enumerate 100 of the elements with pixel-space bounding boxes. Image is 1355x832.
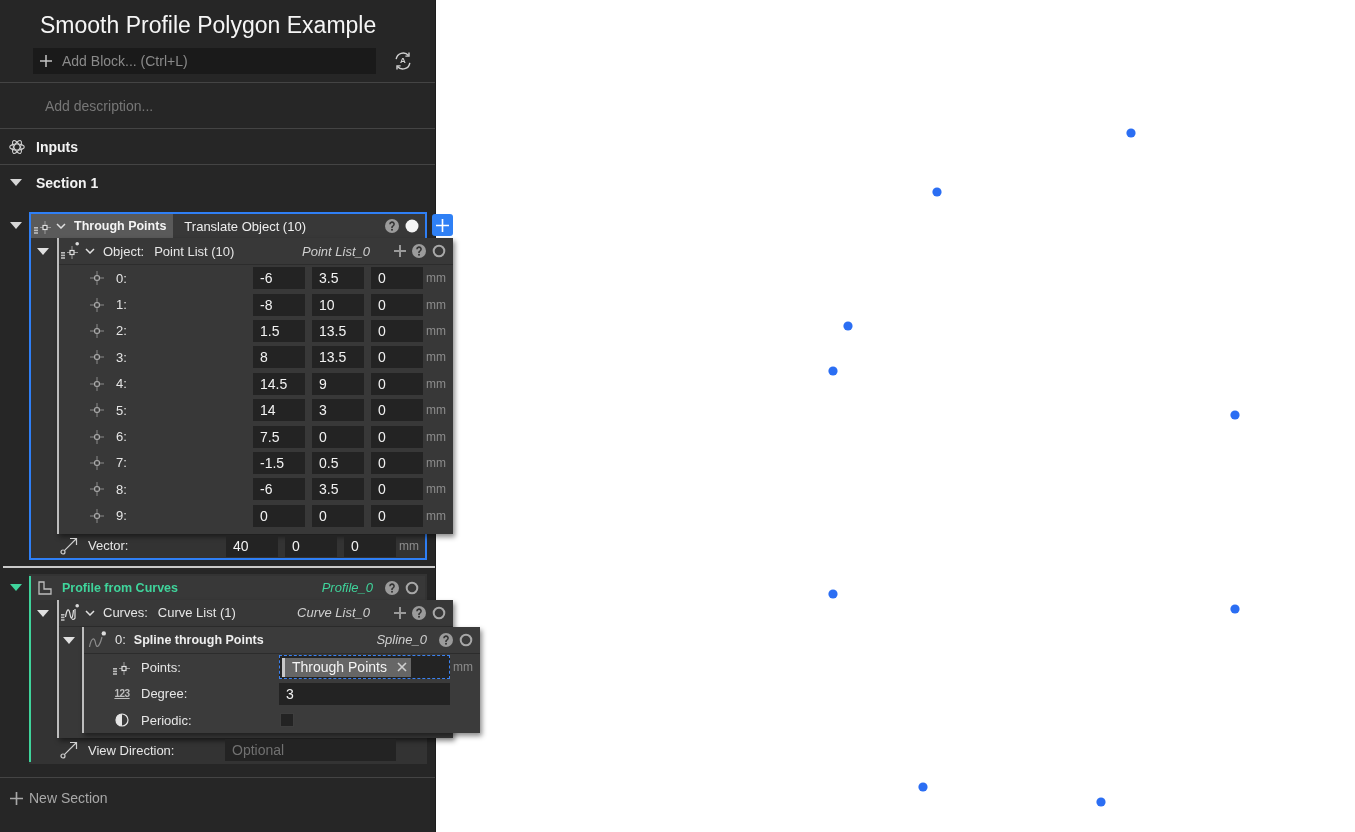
coordinate-field[interactable]: 13.5: [312, 319, 364, 342]
add-block-field[interactable]: Add Block... (Ctrl+L): [33, 48, 376, 74]
coordinate-field[interactable]: 7.5: [253, 425, 305, 448]
ring-icon[interactable]: [432, 244, 446, 258]
unit-label: mm: [426, 376, 447, 391]
ring-icon[interactable]: [459, 632, 473, 647]
point-index: 1:: [116, 297, 127, 313]
new-section-button[interactable]: New Section: [10, 790, 108, 807]
disclosure-triangle-icon[interactable]: [37, 248, 49, 255]
help-icon[interactable]: [412, 605, 426, 620]
point-index: 2:: [116, 323, 127, 339]
coordinate-field[interactable]: 0: [371, 504, 423, 527]
coordinate-field[interactable]: 0: [371, 372, 423, 395]
coordinate-field[interactable]: 40: [226, 534, 278, 557]
auto-regenerate-button[interactable]: A: [393, 51, 413, 71]
l-shape-icon: [38, 580, 52, 595]
plus-icon: [10, 791, 23, 805]
help-icon[interactable]: [439, 632, 453, 647]
disclosure-triangle-icon[interactable]: [10, 222, 22, 229]
coordinate-field[interactable]: 0: [371, 425, 423, 448]
point-marker: [828, 366, 838, 376]
ring-icon[interactable]: [432, 605, 446, 620]
description-field[interactable]: Add description...: [45, 97, 405, 114]
chevron-down-icon[interactable]: [85, 248, 95, 254]
crosshair-point-icon: [89, 507, 105, 524]
coordinate-field[interactable]: 0: [312, 425, 364, 448]
unit-label: mm: [426, 429, 447, 444]
unit-label: mm: [426, 350, 447, 365]
param-label: Vector:: [88, 538, 129, 554]
coordinate-field[interactable]: 9: [312, 372, 364, 395]
wave-list-icon: [61, 603, 79, 622]
coordinate-field[interactable]: 0: [371, 293, 423, 316]
coordinate-field[interactable]: 0: [312, 504, 364, 527]
disclosure-triangle-icon[interactable]: [10, 179, 22, 186]
crosshair-point-icon: [89, 402, 105, 419]
output-name: Point List_0: [302, 243, 370, 259]
coordinate-field[interactable]: 14.5: [253, 372, 305, 395]
coordinate-field[interactable]: -6: [253, 478, 305, 501]
point-index: 8:: [116, 481, 127, 497]
disclosure-triangle-icon[interactable]: [63, 636, 75, 644]
coordinate-field[interactable]: 0: [344, 534, 396, 557]
reference-field[interactable]: Through Points: [279, 655, 450, 680]
coordinate-field[interactable]: 0.5: [312, 451, 364, 474]
disclosure-triangle-icon[interactable]: [37, 609, 49, 617]
param-label: Periodic:: [141, 712, 192, 728]
param-label: Curves:: [103, 605, 148, 621]
reference-chip[interactable]: Through Points: [282, 657, 411, 677]
unit-label: mm: [426, 297, 447, 312]
coordinate-field[interactable]: 3.5: [312, 478, 364, 501]
coordinate-field[interactable]: 3.5: [312, 267, 364, 290]
coordinate-field[interactable]: 13.5: [312, 346, 364, 369]
add-button[interactable]: [432, 214, 453, 236]
crosshair-point-icon: [89, 454, 105, 471]
coordinate-field[interactable]: 0: [371, 478, 423, 501]
disclosure-triangle-icon[interactable]: [10, 583, 22, 591]
coordinate-field[interactable]: 0: [371, 399, 423, 422]
crosshair-point-icon: [89, 296, 105, 313]
unit-label: mm: [426, 271, 447, 286]
coordinate-field[interactable]: -8: [253, 293, 305, 316]
coordinate-field[interactable]: 0: [253, 504, 305, 527]
item-index: 0:: [115, 632, 126, 648]
unit-label: mm: [426, 455, 447, 470]
coordinate-field[interactable]: 0: [285, 534, 337, 557]
section-title[interactable]: Section 1: [36, 174, 99, 191]
coordinate-field[interactable]: 1.5: [253, 319, 305, 342]
plus-icon[interactable]: [394, 245, 406, 257]
param-value[interactable]: Curve List (1): [157, 605, 236, 621]
point-index: 6:: [116, 429, 127, 445]
close-icon[interactable]: [396, 662, 407, 673]
coordinate-field[interactable]: 14: [253, 399, 305, 422]
chevron-down-icon[interactable]: [85, 609, 95, 616]
ring-icon[interactable]: [405, 580, 419, 595]
chevron-down-icon[interactable]: [56, 223, 66, 229]
number-field[interactable]: 3: [279, 682, 450, 705]
checkbox[interactable]: [280, 713, 294, 728]
coordinate-field[interactable]: 0: [371, 319, 423, 342]
inputs-item[interactable]: Inputs: [0, 129, 435, 165]
filled-circle-icon[interactable]: [405, 219, 419, 233]
help-icon[interactable]: [385, 580, 399, 595]
half-filled-circle-icon: [115, 713, 129, 728]
help-icon[interactable]: [385, 219, 399, 233]
coordinate-field[interactable]: 8: [253, 346, 305, 369]
coordinate-field[interactable]: 3: [312, 399, 364, 422]
plus-icon[interactable]: [394, 606, 406, 619]
point-marker: [843, 321, 853, 331]
coordinate-field[interactable]: 10: [312, 293, 364, 316]
unit-label: mm: [399, 538, 420, 553]
block-name-tag[interactable]: Through Points: [31, 214, 174, 238]
coordinate-field[interactable]: 0: [371, 451, 423, 474]
param-value[interactable]: Point List (10): [154, 243, 235, 259]
point-index: 4:: [116, 376, 127, 392]
coordinate-field[interactable]: -1.5: [253, 451, 305, 474]
vector-field[interactable]: Optional: [225, 739, 396, 762]
help-icon[interactable]: [412, 244, 426, 258]
coordinate-field[interactable]: -6: [253, 267, 305, 290]
coordinate-field[interactable]: 0: [371, 267, 423, 290]
unit-label: mm: [426, 482, 447, 497]
param-label: Object:: [103, 243, 145, 259]
coordinate-field[interactable]: 0: [371, 346, 423, 369]
unit-label: mm: [426, 508, 447, 523]
